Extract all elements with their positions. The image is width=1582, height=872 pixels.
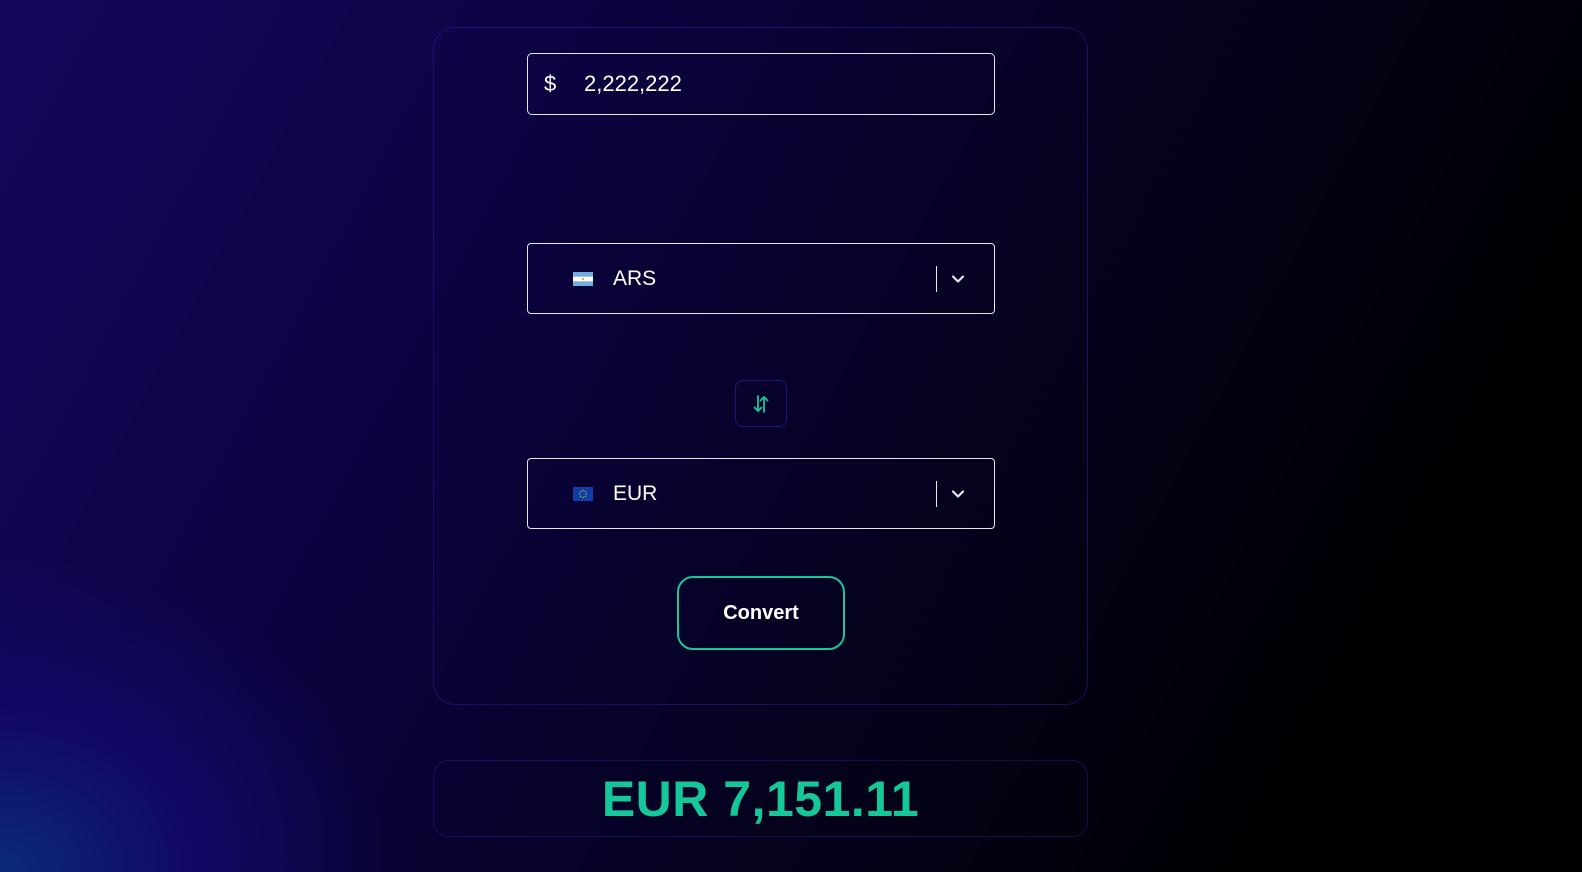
result-panel: EUR 7,151.11 <box>433 760 1088 837</box>
from-currency-value: ARS <box>613 267 657 290</box>
swap-currencies-button[interactable] <box>735 380 787 427</box>
conversion-result: EUR 7,151.11 <box>601 770 920 827</box>
amount-input[interactable] <box>584 54 974 114</box>
to-currency-value: EUR <box>613 482 658 505</box>
select-separator <box>936 266 937 292</box>
convert-button[interactable]: Convert <box>677 576 845 650</box>
swap-arrows-icon <box>753 394 769 413</box>
eu-flag-icon <box>573 487 593 501</box>
argentina-flag-icon <box>573 272 593 286</box>
amount-field[interactable]: $ <box>527 53 995 115</box>
select-separator <box>936 481 937 507</box>
chevron-down-icon[interactable] <box>947 483 969 505</box>
chevron-down-icon[interactable] <box>947 268 969 290</box>
currency-symbol: $ <box>544 71 557 96</box>
to-currency-select[interactable]: EUR <box>527 458 995 529</box>
from-currency-select[interactable]: ARS <box>527 243 995 314</box>
